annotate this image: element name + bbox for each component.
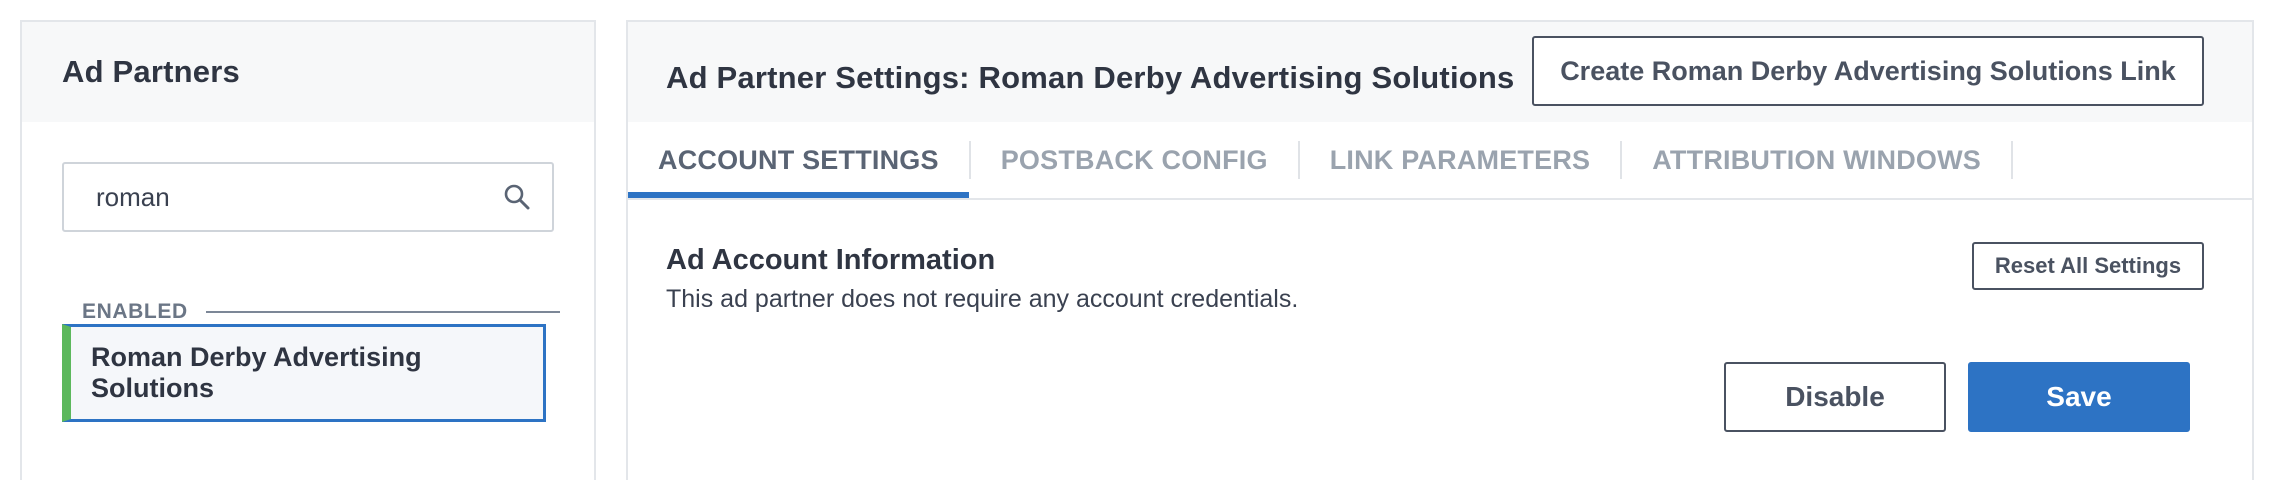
tab-divider <box>2010 141 2013 179</box>
reset-all-settings-button[interactable]: Reset All Settings <box>1972 242 2204 290</box>
enabled-section-label: ENABLED <box>82 300 188 323</box>
tab-postback-config[interactable]: POSTBACK CONFIG <box>971 122 1298 198</box>
partner-search-box[interactable] <box>62 162 554 232</box>
partner-item-roman-derby[interactable]: Roman Derby Advertising Solutions <box>62 324 546 422</box>
section-divider <box>205 311 560 313</box>
ad-partners-header: Ad Partners <box>22 22 594 122</box>
disable-button[interactable]: Disable <box>1724 362 1946 432</box>
enabled-section-header: ENABLED <box>82 300 560 324</box>
partner-item-label: Roman Derby Advertising Solutions <box>91 342 422 403</box>
settings-header: Ad Partner Settings: Roman Derby Adverti… <box>628 22 2252 122</box>
search-icon[interactable] <box>502 182 532 212</box>
partner-search-input[interactable] <box>94 180 502 214</box>
tab-link-parameters[interactable]: LINK PARAMETERS <box>1300 122 1621 198</box>
ad-account-info-section: Ad Account Information This ad partner d… <box>666 244 1298 314</box>
page-title: Ad Partner Settings: Roman Derby Adverti… <box>666 60 1515 95</box>
section-description: This ad partner does not require any acc… <box>666 285 1299 313</box>
ad-partner-settings-panel: Ad Partner Settings: Roman Derby Adverti… <box>626 20 2254 480</box>
tab-account-settings[interactable]: ACCOUNT SETTINGS <box>628 122 969 198</box>
section-title: Ad Account Information <box>666 244 996 276</box>
ad-partners-title: Ad Partners <box>62 54 240 89</box>
create-link-button[interactable]: Create Roman Derby Advertising Solutions… <box>1532 36 2204 106</box>
settings-tabs: ACCOUNT SETTINGS POSTBACK CONFIG LINK PA… <box>628 122 2252 200</box>
ad-partners-panel: Ad Partners ENABLED Roman Derby Advertis… <box>20 20 596 480</box>
tab-attribution-windows[interactable]: ATTRIBUTION WINDOWS <box>1622 122 2011 198</box>
save-button[interactable]: Save <box>1968 362 2190 432</box>
